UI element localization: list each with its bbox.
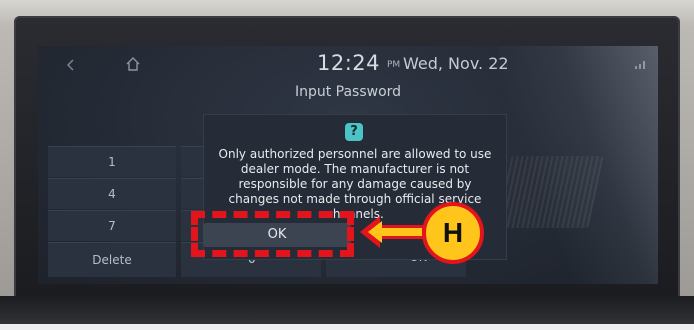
chevron-left-icon[interactable] <box>62 56 80 74</box>
highlight-box <box>191 211 354 257</box>
keypad-key-4[interactable]: 4 <box>48 178 176 209</box>
clock-date: Wed, Nov. 22 <box>403 54 509 73</box>
clock-time: 12:24 <box>317 51 381 75</box>
screen-glare <box>498 46 658 284</box>
callout-badge: H <box>422 202 484 264</box>
keypad-key-label: 7 <box>108 219 116 233</box>
home-icon[interactable] <box>124 55 142 73</box>
help-icon: ? <box>345 123 363 141</box>
keypad-key-label: 4 <box>108 187 116 201</box>
keypad-key-delete[interactable]: Delete <box>48 242 176 277</box>
callout-arrow-icon <box>360 216 426 248</box>
keypad-key-label: 1 <box>108 155 116 169</box>
clock-ampm: PM <box>387 60 401 70</box>
keypad-key-1[interactable]: 1 <box>48 146 176 177</box>
keypad-key-7[interactable]: 7 <box>48 210 176 241</box>
display-bezel-bottom <box>0 296 694 330</box>
keypad-key-label: Delete <box>92 253 132 267</box>
